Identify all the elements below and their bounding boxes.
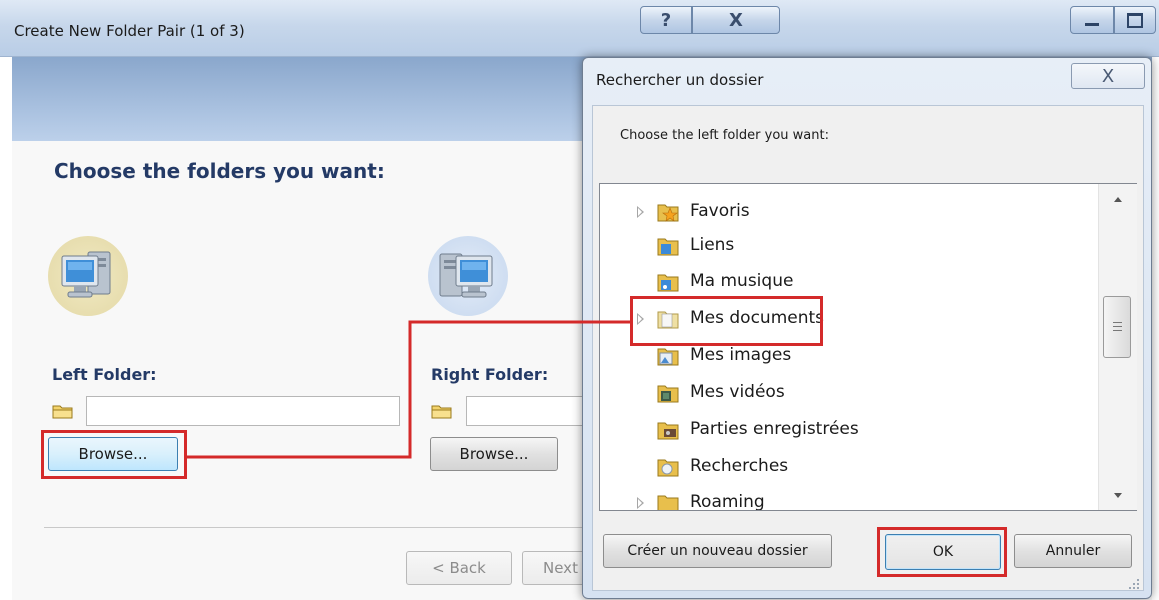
left-folder-input[interactable] [86,396,400,426]
dialog-close-button[interactable]: X [1071,63,1145,89]
close-button[interactable]: X [692,6,780,34]
dialog-title: Rechercher un dossier [596,71,764,89]
tree-item-label: Recherches [690,456,789,476]
page-heading: Choose the folders you want: [54,159,385,183]
arrow-down-icon [1114,492,1122,498]
left-folder-label: Left Folder: [52,365,157,384]
tree-item-label: Roaming [690,492,765,511]
tree-item-label: Ma musique [690,271,794,291]
right-computer-icon [428,236,508,316]
expand-arrow-icon[interactable] [637,497,644,509]
right-folder-icon [431,405,452,419]
scroll-up-button[interactable] [1099,184,1137,214]
right-browse-button[interactable]: Browse... [430,437,558,471]
scroll-thumb[interactable] [1103,296,1131,358]
cancel-button[interactable]: Annuler [1014,534,1132,568]
expand-arrow-icon[interactable] [637,313,644,325]
videos-folder-icon [657,385,679,403]
close-icon: X [729,9,743,31]
new-folder-button[interactable]: Créer un nouveau dossier [603,534,832,568]
music-folder-icon [657,274,679,292]
tree-scrollbar[interactable] [1098,184,1137,510]
tree-item-label: Parties enregistrées [690,419,859,439]
pictures-folder-icon [657,348,679,366]
left-browse-button[interactable]: Browse... [48,437,178,471]
folder-icon [657,495,679,510]
tree-item-label: Mes vidéos [690,382,785,402]
documents-folder-icon [657,311,679,329]
help-icon: ? [660,9,672,31]
right-folder-label: Right Folder: [431,365,549,384]
close-icon: X [1101,65,1115,87]
window-title: Create New Folder Pair (1 of 3) [14,22,245,40]
folder-tree[interactable]: Favoris Liens Ma musique Mes documents M… [599,183,1137,511]
left-folder-icon [52,405,73,419]
left-computer-icon [48,236,128,316]
resize-grip-icon[interactable] [1128,578,1140,590]
minimize-button[interactable] [1070,6,1114,34]
searches-folder-icon [657,459,679,477]
arrow-up-icon [1114,196,1122,202]
tree-item-label: Mes images [690,345,792,365]
footer-divider [44,527,604,528]
maximize-icon [1127,12,1143,28]
dialog-prompt: Choose the left folder you want: [620,128,829,143]
tree-item-label: Favoris [690,201,750,221]
scroll-down-button[interactable] [1099,480,1137,510]
back-button[interactable]: < Back [406,551,512,585]
expand-arrow-icon[interactable] [637,206,644,218]
saved-games-folder-icon [657,422,679,440]
help-button[interactable]: ? [640,6,692,34]
tree-item-label: Mes documents [690,308,825,328]
ok-button[interactable]: OK [885,534,1001,570]
maximize-button[interactable] [1114,6,1156,34]
tree-item-label: Liens [690,235,735,255]
favorites-folder-icon [657,204,679,222]
right-folder-input[interactable] [466,396,586,426]
links-folder-icon [657,238,679,256]
minimize-icon [1085,22,1099,26]
